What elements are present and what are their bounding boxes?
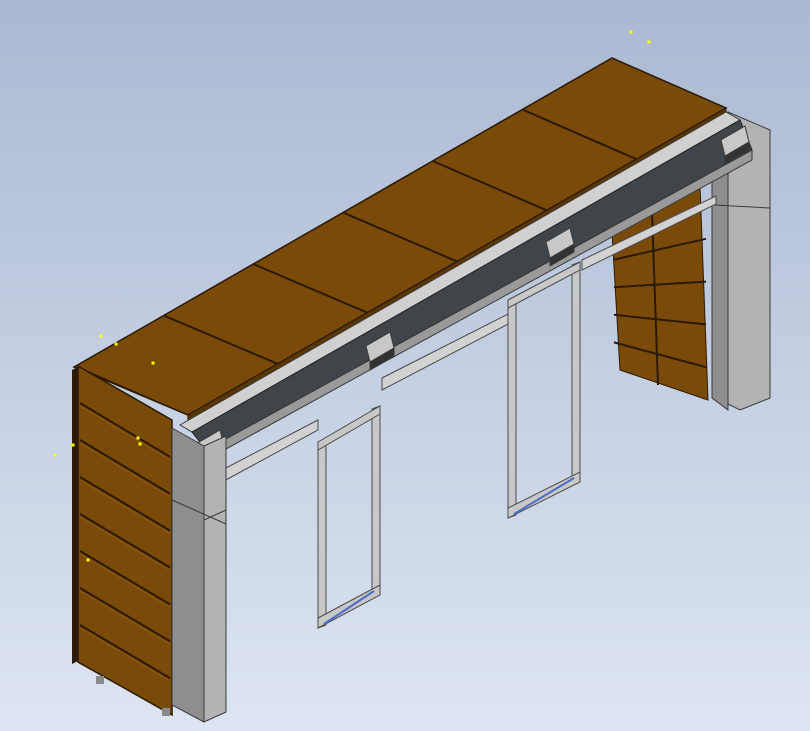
selection-marker (647, 40, 651, 44)
door-stile-right (571, 261, 581, 486)
selection-marker (114, 342, 118, 346)
selection-marker (99, 334, 103, 338)
cad-viewport[interactable] (0, 0, 810, 731)
selection-marker (53, 453, 57, 457)
door-stile-left (507, 296, 517, 519)
left-column[interactable] (171, 427, 227, 723)
selection-marker (151, 361, 155, 365)
selection-marker (138, 442, 142, 446)
left-wood-wall[interactable] (72, 364, 173, 717)
selection-marker (71, 443, 75, 447)
door-stile-left (317, 438, 327, 629)
left-column-front (203, 435, 227, 723)
selection-marker (629, 30, 633, 34)
door-stile-right (371, 405, 381, 599)
cad-model-render[interactable] (0, 0, 810, 731)
left-column-side (171, 427, 205, 723)
left-wall-foot-2 (162, 708, 170, 716)
left-wall-foot-1 (96, 676, 104, 684)
selection-marker (86, 558, 90, 562)
selection-marker (136, 436, 140, 440)
